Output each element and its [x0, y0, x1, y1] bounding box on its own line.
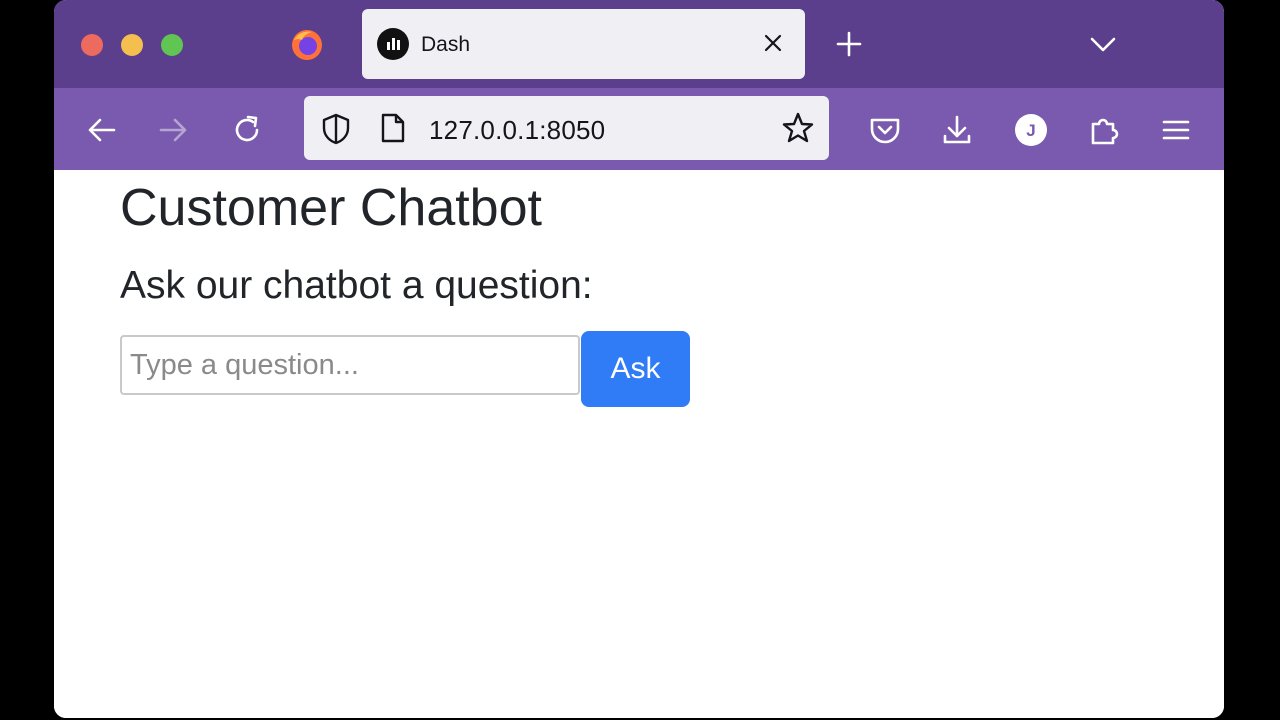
ask-button[interactable]: Ask	[581, 331, 690, 407]
extensions-puzzle-icon[interactable]	[1087, 112, 1123, 148]
address-bar[interactable]: 127.0.0.1:8050	[304, 96, 829, 160]
chevron-down-icon[interactable]	[1087, 30, 1119, 58]
account-initial: J	[1026, 121, 1035, 140]
account-avatar-icon[interactable]: J	[1013, 112, 1049, 148]
url-text[interactable]: 127.0.0.1:8050	[429, 115, 605, 146]
navigation-toolbar: 127.0.0.1:8050 J	[54, 88, 1224, 170]
download-icon[interactable]	[939, 112, 975, 148]
close-window-button[interactable]	[81, 34, 103, 56]
question-input[interactable]	[120, 335, 580, 395]
pocket-icon[interactable]	[867, 112, 903, 148]
close-tab-icon[interactable]	[759, 29, 787, 57]
firefox-icon[interactable]	[290, 28, 324, 62]
page-title: Customer Chatbot	[120, 179, 542, 237]
tab-title: Dash	[421, 33, 471, 56]
question-prompt: Ask our chatbot a question:	[120, 264, 593, 307]
browser-window: Dash 127.0.0.1:8050 J Customer Chatbot A…	[54, 0, 1224, 718]
hamburger-menu-icon[interactable]	[1158, 112, 1194, 148]
maximize-window-button[interactable]	[161, 34, 183, 56]
minimize-window-button[interactable]	[121, 34, 143, 56]
tracking-protection-shield-icon[interactable]	[320, 112, 352, 146]
new-tab-icon[interactable]	[834, 29, 864, 59]
page-info-icon[interactable]	[380, 113, 406, 143]
back-arrow-icon[interactable]	[84, 112, 120, 148]
bookmark-star-icon[interactable]	[781, 111, 815, 145]
reload-icon[interactable]	[229, 112, 265, 148]
forward-arrow-icon[interactable]	[155, 112, 191, 148]
tab-bar: Dash	[54, 0, 1224, 88]
page-content: Customer Chatbot Ask our chatbot a quest…	[54, 170, 1224, 718]
dash-favicon-icon	[377, 28, 409, 60]
tab-dash[interactable]: Dash	[362, 9, 805, 79]
